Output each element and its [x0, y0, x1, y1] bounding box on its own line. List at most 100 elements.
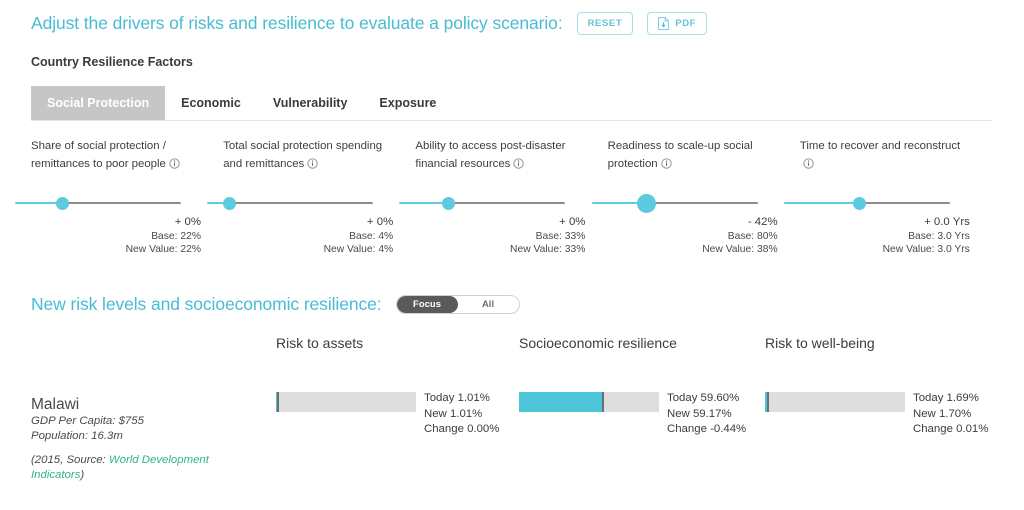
slider-base-4: Base: 3.0 Yrs [908, 230, 970, 242]
slider-label-1: Total social protection spending and rem… [223, 137, 393, 175]
policy-scenario-dashboard: Adjust the drivers of risks and resilien… [0, 0, 1024, 510]
slider-3[interactable] [591, 193, 800, 213]
slider-track-fill-4 [783, 202, 860, 204]
pdf-button[interactable]: PDF [647, 12, 708, 35]
toggle-option-all[interactable]: All [458, 296, 519, 313]
factors-section-label: Country Resilience Factors [31, 55, 193, 69]
slider-delta-1: + 0% [366, 216, 394, 228]
slider-values-0: + 0% Base: 22% New Value: 22% [31, 216, 201, 257]
slider-label-text-4: Time to recover and reconstruct [799, 140, 961, 152]
slider-thumb-2[interactable] [442, 196, 456, 210]
slider-1[interactable] [207, 196, 415, 210]
factor-tabs: Social Protection Economic Vulnerability… [31, 86, 992, 121]
pdf-download-icon [658, 17, 670, 30]
country-population: Population: 16.3m [31, 430, 123, 442]
info-icon[interactable] [307, 157, 318, 175]
slider-group-0: Share of social protection / remittances… [15, 137, 223, 257]
reset-button-label: RESET [587, 18, 623, 29]
column-header-risk-to-assets: Risk to assets [276, 335, 364, 351]
metric-values-2: Today 1.69% New 1.70% Change 0.01% [913, 391, 988, 438]
country-info: Malawi GDP Per Capita: $755 Population: … [31, 395, 246, 483]
metric-new-2: New 1.70% [913, 407, 972, 420]
slider-newvalue-2: New Value: 33% [510, 244, 586, 255]
slider-label-2: Ability to access post-disaster financia… [415, 137, 585, 175]
country-gdp: GDP Per Capita: $755 [31, 415, 144, 427]
slider-base-2: Base: 33% [535, 230, 586, 242]
results-header: New risk levels and socioeconomic resili… [31, 294, 520, 315]
metric-change-1: Change -0.44% [667, 423, 747, 435]
header: Adjust the drivers of risks and resilien… [31, 12, 708, 35]
tab-social-protection[interactable]: Social Protection [31, 86, 166, 120]
slider-newvalue-1: New Value: 4% [323, 244, 394, 255]
slider-label-text-2: Ability to access post-disaster financia… [415, 140, 566, 170]
info-icon[interactable] [803, 157, 814, 175]
tab-vulnerability[interactable]: Vulnerability [257, 86, 364, 120]
slider-group-1: Total social protection spending and rem… [207, 137, 415, 257]
slider-delta-3: - 42% [747, 216, 778, 228]
reset-button[interactable]: RESET [576, 12, 634, 35]
country-source: (2015, Source: World Development Indicat… [31, 453, 246, 483]
info-icon[interactable] [513, 157, 525, 175]
tab-exposure[interactable]: Exposure [363, 86, 452, 120]
slider-newvalue-0: New Value: 22% [125, 244, 201, 255]
slider-label-text-0: Share of social protection / remittances… [31, 140, 166, 170]
tab-economic[interactable]: Economic [165, 86, 257, 120]
slider-thumb-1[interactable] [222, 196, 236, 210]
metric-bar-track-0 [276, 392, 416, 412]
slider-group-4: Time to recover and reconstruct + 0.0 Yrs… [783, 137, 992, 257]
metric-0: Today 1.01% New 1.01% Change 0.00% [276, 392, 499, 435]
slider-base-3: Base: 80% [727, 230, 778, 242]
resilience-slider-row: Share of social protection / remittances… [15, 137, 992, 257]
slider-delta-0: + 0% [174, 216, 201, 228]
results-title: New risk levels and socioeconomic resili… [31, 294, 382, 314]
slider-group-3: Readiness to scale-up social protection -… [591, 137, 800, 257]
metric-today-1: Today 59.60% [667, 392, 740, 404]
metric-new-0: New 1.01% [424, 407, 483, 420]
slider-thumb-3[interactable] [637, 193, 657, 213]
info-icon[interactable] [169, 157, 180, 175]
page-title: Adjust the drivers of risks and resilien… [31, 13, 563, 33]
slider-4[interactable] [783, 196, 992, 210]
metric-bar-track-2 [765, 392, 905, 412]
metric-1: Today 59.60% New 59.17% Change -0.44% [519, 392, 746, 435]
metric-change-2: Change 0.01% [913, 423, 989, 435]
slider-label-0: Share of social protection / remittances… [31, 137, 201, 175]
metric-bar-track-1 [519, 392, 659, 412]
pdf-button-label: PDF [675, 18, 697, 29]
slider-thumb-4[interactable] [852, 196, 866, 210]
metric-today-2: Today 1.69% [913, 392, 979, 404]
source-prefix: (2015, Source: [31, 454, 109, 466]
slider-values-2: + 0% Base: 33% New Value: 33% [415, 216, 585, 257]
slider-newvalue-4: New Value: 3.0 Yrs [882, 244, 970, 255]
slider-2[interactable] [399, 196, 607, 210]
slider-label-text-1: Total social protection spending and rem… [223, 140, 383, 170]
slider-label-3: Readiness to scale-up social protection [608, 137, 778, 175]
slider-values-3: - 42% Base: 80% New Value: 38% [608, 216, 778, 257]
slider-values-4: + 0.0 Yrs Base: 3.0 Yrs New Value: 3.0 Yrs [800, 216, 970, 257]
metric-bar-marker-0 [277, 392, 280, 412]
metric-values-0: Today 1.01% New 1.01% Change 0.00% [424, 391, 499, 438]
country-name: Malawi [31, 396, 80, 413]
focus-all-toggle: Focus All [395, 295, 520, 314]
slider-group-2: Ability to access post-disaster financia… [399, 137, 607, 257]
metric-2: Today 1.69% New 1.70% Change 0.01% [765, 392, 988, 435]
slider-newvalue-3: New Value: 38% [702, 244, 778, 255]
slider-delta-2: + 0% [559, 216, 586, 228]
column-header-risk-to-wellbeing: Risk to well-being [765, 335, 875, 351]
metric-today-0: Today 1.01% [424, 392, 490, 404]
slider-0[interactable] [15, 196, 223, 210]
slider-base-0: Base: 22% [151, 230, 201, 242]
column-header-socioeconomic-resilience: Socioeconomic resilience [519, 335, 677, 351]
slider-label-text-3: Readiness to scale-up social protection [607, 140, 753, 170]
info-icon[interactable] [660, 157, 672, 175]
slider-base-1: Base: 4% [349, 230, 394, 242]
metric-change-0: Change 0.00% [424, 423, 500, 435]
toggle-option-focus[interactable]: Focus [396, 296, 458, 313]
slider-thumb-0[interactable] [56, 196, 70, 210]
slider-delta-4: + 0.0 Yrs [924, 216, 970, 228]
slider-label-4: Time to recover and reconstruct [800, 137, 970, 175]
metric-values-1: Today 59.60% New 59.17% Change -0.44% [667, 391, 746, 438]
slider-track-1[interactable] [229, 202, 374, 204]
source-suffix: ) [80, 469, 85, 481]
slider-values-1: + 0% Base: 4% New Value: 4% [223, 216, 394, 257]
